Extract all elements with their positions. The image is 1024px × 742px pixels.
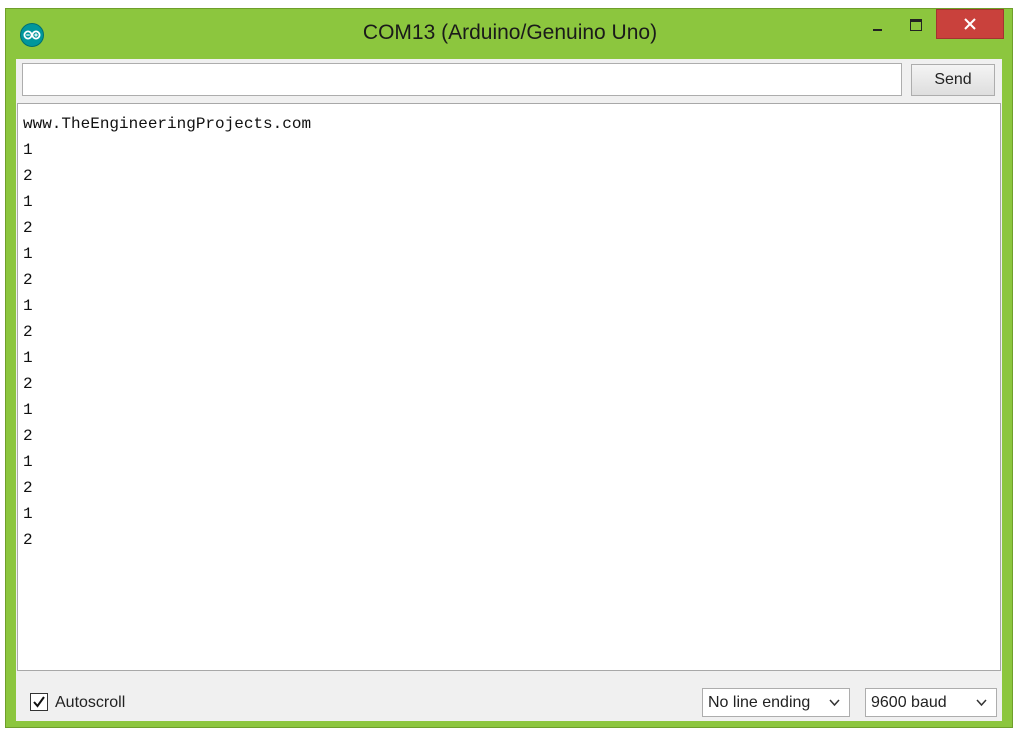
output-line: 2 — [23, 219, 33, 237]
output-line: 2 — [23, 271, 33, 289]
output-line: 2 — [23, 531, 33, 549]
output-line: 1 — [23, 193, 33, 211]
close-button[interactable] — [936, 9, 1004, 39]
chevron-down-icon — [976, 699, 987, 707]
output-line: 1 — [23, 245, 33, 263]
output-line: 2 — [23, 375, 33, 393]
chevron-down-icon — [829, 699, 840, 707]
serial-monitor-panel: Send www.TheEngineeringProjects.com 1 2 1 2 1… — [16, 59, 1002, 721]
autoscroll-label: Autoscroll — [55, 694, 126, 711]
close-icon — [964, 18, 976, 30]
output-line: 1 — [23, 141, 33, 159]
line-ending-select[interactable]: No line ending — [702, 688, 850, 717]
autoscroll-checkbox[interactable] — [30, 693, 48, 711]
send-button[interactable]: Send — [911, 64, 995, 96]
output-line: 1 — [23, 401, 33, 419]
maximize-button[interactable] — [900, 9, 936, 43]
checkmark-icon — [33, 696, 45, 708]
maximize-icon — [910, 19, 922, 31]
title-bar[interactable]: COM13 (Arduino/Genuino Uno) — [6, 9, 1012, 57]
line-ending-value: No line ending — [708, 694, 811, 711]
output-line: 1 — [23, 453, 33, 471]
output-line: 1 — [23, 297, 33, 315]
output-line: 1 — [23, 505, 33, 523]
output-line: 2 — [23, 323, 33, 341]
baud-rate-select[interactable]: 9600 baud — [865, 688, 997, 717]
serial-monitor-window: COM13 (Arduino/Genuino Uno) Send www.The… — [5, 8, 1013, 728]
serial-output[interactable]: www.TheEngineeringProjects.com 1 2 1 2 1 2 1 2 1 2… — [17, 103, 1001, 671]
output-line: 2 — [23, 167, 33, 185]
minimize-button[interactable] — [856, 9, 900, 43]
baud-rate-value: 9600 baud — [871, 694, 947, 711]
minimize-icon — [873, 29, 882, 31]
output-line: 2 — [23, 479, 33, 497]
serial-input[interactable] — [22, 63, 902, 96]
output-line: 2 — [23, 427, 33, 445]
output-line: www.TheEngineeringProjects.com — [23, 115, 312, 133]
output-line: 1 — [23, 349, 33, 367]
